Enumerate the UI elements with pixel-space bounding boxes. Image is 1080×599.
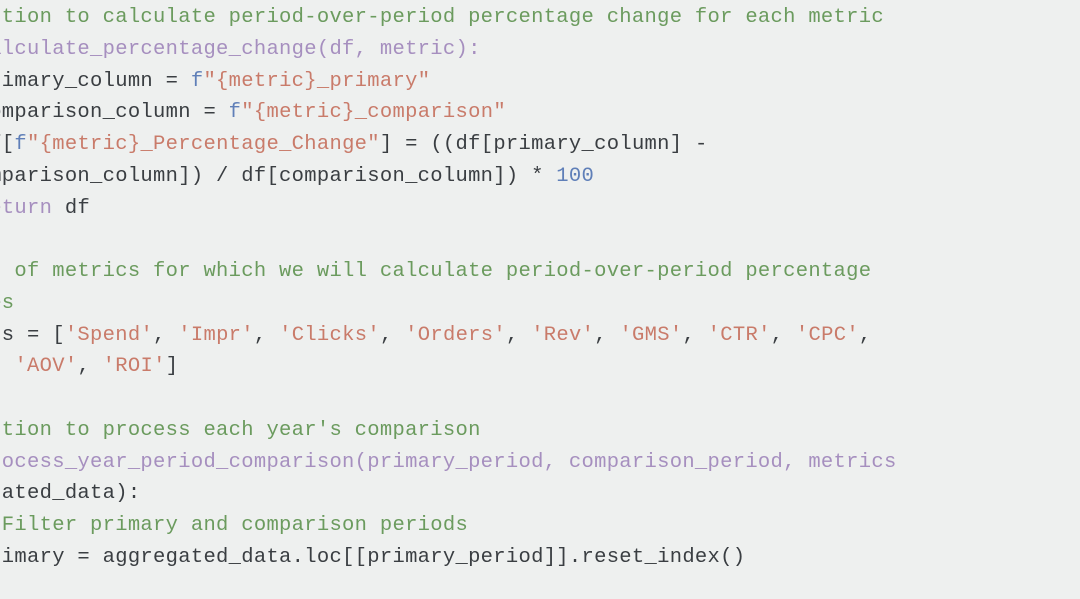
code-text: , xyxy=(77,355,102,378)
string-text: 'Impr' xyxy=(178,324,254,347)
code-line: unction to process each year's compariso… xyxy=(0,419,481,442)
code-line: comparison_column = f"{metric}_compariso… xyxy=(0,101,506,124)
code-text: primary = aggregated_data.loc[[primary_p… xyxy=(0,546,745,569)
comment-text: unction to calculate period-over-period … xyxy=(0,6,884,29)
fstring-prefix: f xyxy=(14,133,27,156)
code-line: return df xyxy=(0,197,90,220)
string-text: _comparison xyxy=(355,101,494,124)
code-line: ist of metrics for which we will calcula… xyxy=(0,260,871,283)
code-line: primary_column = f"{metric}_primary" xyxy=(0,70,430,93)
code-line: R', 'AOV', 'ROI'] xyxy=(0,355,178,378)
string-text: 'Spend' xyxy=(65,324,153,347)
code-text: , xyxy=(153,324,178,347)
keyword: process_year_period_comparison(primary_p… xyxy=(0,451,897,474)
code-text: df xyxy=(52,197,90,220)
code-line: rics = ['Spend', 'Impr', 'Clicks', 'Orde… xyxy=(0,324,872,347)
code-line: calculate_percentage_change(df, metric): xyxy=(0,38,481,61)
code-line: df[f"{metric}_Percentage_Change"] = ((df… xyxy=(0,133,708,156)
code-line: # Filter primary and comparison periods xyxy=(0,514,468,537)
string-text: 'Orders' xyxy=(405,324,506,347)
code-text: rics = [ xyxy=(0,324,65,347)
keyword: return xyxy=(0,197,52,220)
string-text: "{metric} xyxy=(241,101,354,124)
fstring-prefix: f xyxy=(191,70,204,93)
code-line: primary = aggregated_data.loc[[primary_p… xyxy=(0,546,745,569)
code-line: process_year_period_comparison(primary_p… xyxy=(0,451,897,474)
code-text: primary_column = xyxy=(0,70,191,93)
code-text: , xyxy=(506,324,531,347)
code-text: , xyxy=(0,355,14,378)
code-line: regated_data): xyxy=(0,482,140,505)
string-text: "{metric} xyxy=(27,133,140,156)
code-line: comparison_column]) / df[comparison_colu… xyxy=(0,165,594,188)
code-text: , xyxy=(682,324,707,347)
string-text: 'Rev' xyxy=(531,324,594,347)
code-text: , xyxy=(254,324,279,347)
string-text: " xyxy=(493,101,506,124)
string-text: _Percentage_Change xyxy=(140,133,367,156)
code-text: , xyxy=(859,324,872,347)
code-text: , xyxy=(594,324,619,347)
code-text: comparison_column]) / df[comparison_colu… xyxy=(0,165,556,188)
code-line: unction to calculate period-over-period … xyxy=(0,6,884,29)
string-text: _primary xyxy=(317,70,418,93)
code-text: regated_data): xyxy=(0,482,140,505)
comment-text: # Filter primary and comparison periods xyxy=(0,514,468,537)
code-text: comparison_column = xyxy=(0,101,229,124)
string-text: " xyxy=(418,70,431,93)
code-text: ] xyxy=(166,355,179,378)
code-text: ] = ((df[primary_column] - xyxy=(380,133,708,156)
keyword: calculate_percentage_change(df, metric): xyxy=(0,38,481,61)
comment-text: ist of metrics for which we will calcula… xyxy=(0,260,871,283)
string-text: 'ROI' xyxy=(103,355,166,378)
code-text: , xyxy=(380,324,405,347)
code-text: df[ xyxy=(0,133,14,156)
comment-text: unction to process each year's compariso… xyxy=(0,419,481,442)
string-text: " xyxy=(367,133,380,156)
string-text: 'CPC' xyxy=(796,324,859,347)
string-text: 'CTR' xyxy=(708,324,771,347)
string-text: "{metric} xyxy=(203,70,316,93)
code-editor[interactable]: unction to calculate period-over-period … xyxy=(0,0,1080,574)
code-line: nges xyxy=(0,292,14,315)
number: 100 xyxy=(556,165,594,188)
code-text: , xyxy=(771,324,796,347)
string-text: 'Clicks' xyxy=(279,324,380,347)
comment-text: nges xyxy=(0,292,14,315)
string-text: 'GMS' xyxy=(619,324,682,347)
string-text: 'AOV' xyxy=(14,355,77,378)
fstring-prefix: f xyxy=(229,101,242,124)
